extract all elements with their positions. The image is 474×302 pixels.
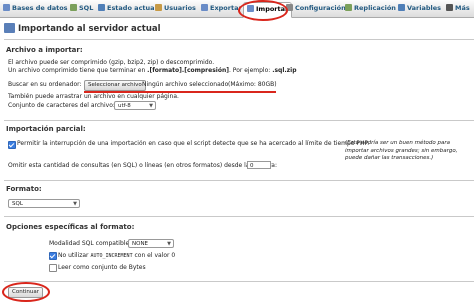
chevron-down-icon (446, 4, 453, 11)
auto-inc-suffix: con el valor 0 (132, 252, 176, 259)
tab-label: Variables (407, 4, 442, 12)
charset-label: Conjunto de caracteres del archivo: (8, 102, 115, 109)
dropdown-arrow-icon: ▼ (167, 241, 171, 247)
tab-label: Exportar (210, 4, 242, 12)
allow-interrupt-label: Permitir la interrupción de una importac… (17, 140, 369, 147)
page-title-text: Importando al servidor actual (18, 24, 161, 34)
auto-inc-prefix: No utilizar (58, 252, 91, 259)
status-icon (98, 4, 105, 11)
export-icon (201, 4, 208, 11)
main-tab-bar: Bases de datos SQL Estado actual Usuario… (0, 0, 474, 18)
annotation-circle-import-tab (238, 0, 288, 21)
compression-example: Un archivo comprimido tiene que terminar… (8, 67, 297, 74)
read-bytes-checkbox[interactable] (49, 264, 57, 272)
browse-label: Buscar en su ordenador: (8, 81, 82, 88)
sql-compat-label: Modalidad SQL compatible: (49, 240, 132, 247)
sql-compat-select[interactable]: NONE ▼ (128, 239, 174, 248)
divider (4, 120, 474, 121)
tab-label: Más (455, 4, 470, 12)
tab-status[interactable]: Estado actual (98, 2, 157, 15)
skip-queries-label: Omitir esta cantidad de consultas (en SQ… (8, 162, 277, 169)
divider (4, 39, 474, 40)
divider (4, 281, 474, 282)
format-value: SQL (12, 201, 23, 207)
users-icon (155, 4, 162, 11)
divider (4, 216, 474, 217)
variables-icon (398, 4, 405, 11)
charset-select[interactable]: utf-8 ▼ (114, 101, 156, 110)
sql-compat-value: NONE (132, 241, 149, 247)
read-bytes-label: Leer como conjunto de Bytes (58, 264, 146, 271)
tab-settings[interactable]: Configuración (286, 2, 346, 15)
no-auto-increment-checkbox[interactable] (49, 252, 57, 260)
allow-interrupt-note: (Esto podría ser un buen método para imp… (345, 140, 458, 161)
dropdown-arrow-icon: ▼ (73, 201, 77, 207)
allow-interrupt-checkbox[interactable] (8, 141, 16, 149)
max-size-text: (Máximo: 80GB) (228, 81, 277, 88)
allow-interrupt-text: Permitir la interrupción de una importac… (17, 140, 370, 147)
import-page-icon (4, 23, 15, 33)
tab-label: Configuración (295, 4, 346, 12)
tab-export[interactable]: Exportar (201, 2, 242, 15)
divider (4, 180, 474, 181)
tab-variables[interactable]: Variables (398, 2, 441, 15)
example-prefix: Un archivo comprimido tiene que terminar… (8, 67, 148, 74)
tab-replication[interactable]: Replicación (345, 2, 396, 15)
tab-label: SQL (79, 4, 94, 12)
auto-inc-code: AUTO_INCREMENT (90, 253, 133, 259)
no-file-selected-text: Ningún archivo seleccionado (142, 81, 229, 88)
tab-databases[interactable]: Bases de datos (3, 2, 68, 15)
example-middle: . Por ejemplo: (228, 67, 273, 74)
database-icon (3, 4, 10, 11)
example-extension: .sql.zip (272, 67, 297, 74)
choose-file-button[interactable]: Seleccionar archivo (84, 80, 146, 91)
format-select[interactable]: SQL ▼ (8, 199, 80, 208)
replication-icon (345, 4, 352, 11)
tab-label: Replicación (354, 4, 396, 12)
drag-hint: También puede arrastrar un archivo en cu… (8, 93, 179, 100)
sql-icon (70, 4, 77, 11)
charset-value: utf-8 (118, 103, 131, 109)
section-heading-partial: Importación parcial: (6, 125, 86, 133)
compression-info: El archivo puede ser comprimido (gzip, b… (8, 59, 215, 66)
skip-queries-input[interactable]: 0 (247, 161, 271, 169)
tab-users[interactable]: Usuarios (155, 2, 196, 15)
tab-sql[interactable]: SQL (70, 2, 93, 15)
no-auto-increment-label: No utilizar AUTO_INCREMENT con el valor … (58, 252, 175, 259)
dropdown-arrow-icon: ▼ (149, 103, 153, 109)
tab-label: Bases de datos (12, 4, 68, 12)
page-title: Importando al servidor actual (4, 23, 161, 34)
section-heading-format: Formato: (6, 185, 42, 193)
section-heading-file: Archivo a importar: (6, 46, 83, 54)
tab-more[interactable]: Más (446, 2, 470, 15)
section-heading-format-options: Opciones específicas al formato: (6, 223, 135, 231)
tab-label: Usuarios (164, 4, 196, 12)
tab-label: Estado actual (107, 4, 157, 12)
annotation-circle-continue (2, 282, 50, 302)
example-format: .[formato].[compresión] (147, 67, 229, 74)
